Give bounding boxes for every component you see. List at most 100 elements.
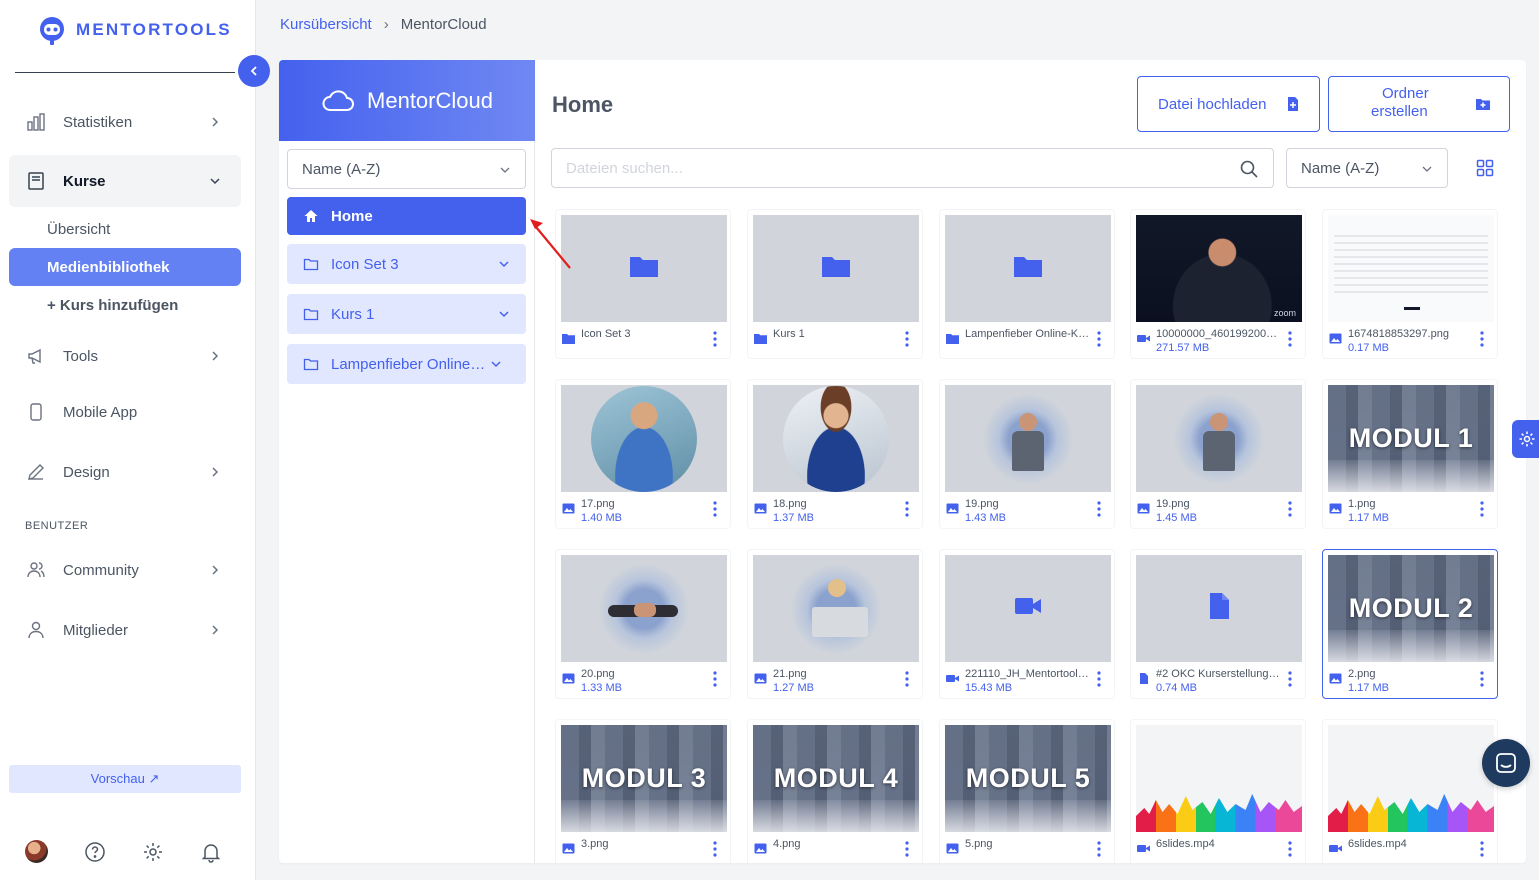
sidebar-item-kurse[interactable]: Kurse [9, 155, 241, 207]
file-thumbnail[interactable] [753, 385, 919, 492]
file-card[interactable]: MODUL 3 3.png [555, 719, 731, 863]
sidebar-item-community[interactable]: Community [9, 544, 241, 596]
more-options-icon[interactable] [1097, 331, 1101, 347]
file-card[interactable]: Kurs 1 [747, 209, 923, 359]
file-thumbnail[interactable] [945, 215, 1111, 322]
tree-item-home[interactable]: Home [287, 197, 526, 235]
file-card[interactable]: 6slides.mp4 [1322, 719, 1498, 863]
more-options-icon[interactable] [713, 841, 717, 857]
chevron-down-icon[interactable] [498, 308, 510, 320]
file-card[interactable]: 221110_JH_Mentortools.mp4 15.43 MB [939, 549, 1115, 699]
breadcrumb-current: MentorCloud [400, 16, 487, 33]
file-card[interactable]: zoom 10000000_460199200000000.mp4 271.57 M… [1130, 209, 1306, 359]
more-options-icon[interactable] [1480, 841, 1484, 857]
file-card[interactable]: 18.png 1.37 MB [747, 379, 923, 529]
more-options-icon[interactable] [1097, 501, 1101, 517]
tree-item-icon-set-3[interactable]: Icon Set 3 [287, 244, 526, 284]
more-options-icon[interactable] [1480, 501, 1484, 517]
file-card[interactable]: MODUL 1 1.png 1.17 MB [1322, 379, 1498, 529]
file-thumbnail[interactable] [561, 555, 727, 662]
more-options-icon[interactable] [713, 671, 717, 687]
skyline-preview [1328, 725, 1494, 832]
more-options-icon[interactable] [905, 331, 909, 347]
more-options-icon[interactable] [1097, 841, 1101, 857]
more-options-icon[interactable] [1097, 671, 1101, 687]
logo[interactable]: MENTORTOOLS [36, 14, 232, 46]
sidebar-item-design[interactable]: Design [9, 446, 241, 498]
file-card[interactable]: 1674818853297.png 0.17 MB [1322, 209, 1498, 359]
chevron-down-icon[interactable] [490, 358, 502, 370]
folder-type-icon [562, 331, 575, 344]
file-thumbnail[interactable]: zoom [1136, 215, 1302, 322]
file-thumbnail[interactable] [1328, 215, 1494, 322]
bell-icon[interactable] [200, 841, 222, 863]
book-icon [25, 170, 47, 192]
content-sort-select[interactable]: Name (A-Z) [1286, 148, 1448, 188]
tree-sort-select[interactable]: Name (A-Z) [287, 149, 526, 189]
more-options-icon[interactable] [1288, 501, 1292, 517]
sidebar-item-mitglieder[interactable]: Mitglieder [9, 604, 241, 656]
gear-icon[interactable] [142, 841, 164, 863]
file-card[interactable]: 6slides.mp4 [1130, 719, 1306, 863]
file-meta: 6slides.mp4 [1136, 838, 1302, 863]
file-thumbnail[interactable] [753, 555, 919, 662]
more-options-icon[interactable] [1480, 671, 1484, 687]
file-thumbnail[interactable]: MODUL 2 [1328, 555, 1494, 662]
file-card[interactable]: 17.png 1.40 MB [555, 379, 731, 529]
file-thumbnail[interactable] [561, 385, 727, 492]
file-thumbnail[interactable] [945, 555, 1111, 662]
sidebar-subitem-kurs-hinzufuegen[interactable]: + Kurs hinzufügen [9, 286, 241, 324]
tree-item-lampenfieber[interactable]: Lampenfieber Online-Kurs [287, 344, 526, 384]
image-type-icon [754, 501, 767, 514]
file-thumbnail[interactable] [1136, 385, 1302, 492]
file-thumbnail[interactable]: MODUL 5 [945, 725, 1111, 832]
help-icon[interactable] [84, 841, 106, 863]
chevron-down-icon[interactable] [498, 258, 510, 270]
file-card[interactable]: 20.png 1.33 MB [555, 549, 731, 699]
sidebar-item-mobile-app[interactable]: Mobile App [9, 386, 241, 438]
file-card[interactable]: #2 OKC Kurserstellung.pdf 0.74 MB [1130, 549, 1306, 699]
more-options-icon[interactable] [713, 501, 717, 517]
file-card[interactable]: MODUL 5 5.png [939, 719, 1115, 863]
sidebar-subitem-uebersicht[interactable]: Übersicht [9, 210, 241, 248]
file-thumbnail[interactable] [1136, 555, 1302, 662]
file-thumbnail[interactable] [1136, 725, 1302, 832]
file-thumbnail[interactable]: MODUL 3 [561, 725, 727, 832]
grid-view-icon[interactable] [1476, 159, 1494, 177]
file-card[interactable]: 19.png 1.43 MB [939, 379, 1115, 529]
more-options-icon[interactable] [905, 841, 909, 857]
breadcrumb-link-kursuebersicht[interactable]: Kursübersicht [280, 16, 372, 33]
file-card[interactable]: Icon Set 3 [555, 209, 731, 359]
file-thumbnail[interactable] [1328, 725, 1494, 832]
file-thumbnail[interactable]: MODUL 4 [753, 725, 919, 832]
more-options-icon[interactable] [905, 501, 909, 517]
more-options-icon[interactable] [1288, 331, 1292, 347]
more-options-icon[interactable] [1288, 671, 1292, 687]
more-options-icon[interactable] [1288, 841, 1292, 857]
file-thumbnail[interactable]: MODUL 1 [1328, 385, 1494, 492]
settings-float-button[interactable] [1512, 420, 1539, 458]
file-card[interactable]: Lampenfieber Online-Kurs [939, 209, 1115, 359]
collapse-sidebar-button[interactable] [238, 55, 270, 87]
file-card[interactable]: 19.png 1.45 MB [1130, 379, 1306, 529]
file-thumbnail[interactable] [753, 215, 919, 322]
file-card[interactable]: 21.png 1.27 MB [747, 549, 923, 699]
file-thumbnail[interactable] [561, 215, 727, 322]
file-thumbnail[interactable] [945, 385, 1111, 492]
more-options-icon[interactable] [1480, 331, 1484, 347]
sidebar-item-tools[interactable]: Tools [9, 330, 241, 382]
more-options-icon[interactable] [905, 671, 909, 687]
file-card[interactable]: MODUL 2 2.png 1.17 MB [1322, 549, 1498, 699]
file-card[interactable]: MODUL 4 4.png [747, 719, 923, 863]
chat-launcher-button[interactable] [1482, 739, 1530, 787]
create-folder-button[interactable]: Ordner erstellen [1328, 76, 1510, 132]
sidebar-subitem-medienbibliothek[interactable]: Medienbibliothek [9, 248, 241, 286]
search-input[interactable] [566, 159, 1206, 177]
tree-item-kurs-1[interactable]: Kurs 1 [287, 294, 526, 334]
upload-file-button[interactable]: Datei hochladen [1137, 76, 1320, 132]
search-icon[interactable] [1239, 159, 1259, 179]
more-options-icon[interactable] [713, 331, 717, 347]
preview-button[interactable]: Vorschau ↗ [9, 765, 241, 793]
sidebar-item-statistiken[interactable]: Statistiken [9, 96, 241, 148]
avatar[interactable] [25, 840, 48, 863]
